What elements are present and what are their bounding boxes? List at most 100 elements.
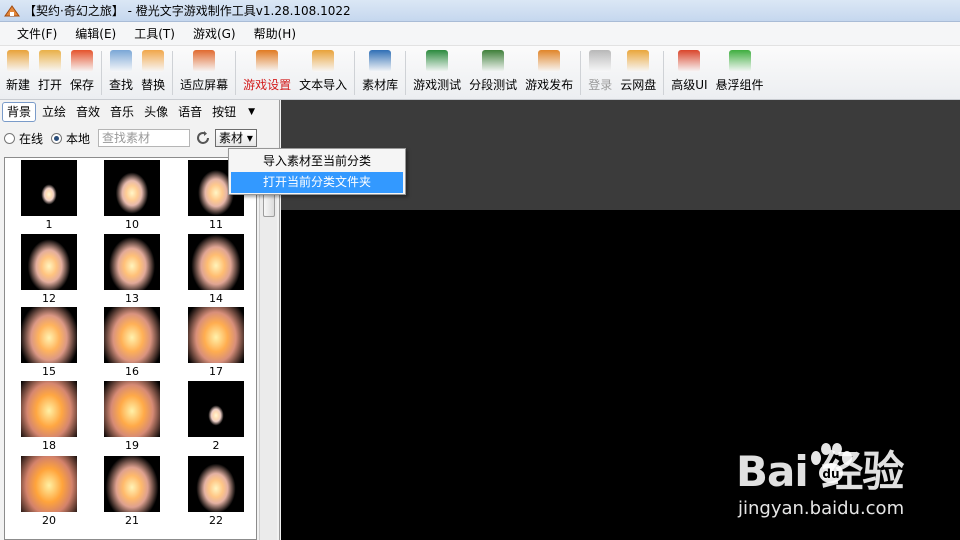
asset-thumbnail[interactable]: 15: [19, 307, 79, 378]
svg-text:du: du: [822, 467, 839, 481]
asset-thumbnail-label: 20: [42, 514, 56, 527]
asset-library-icon: [369, 50, 392, 72]
tab-voice[interactable]: 语音: [174, 103, 206, 121]
fit-screen-button[interactable]: 适应屏幕: [176, 46, 232, 98]
save-button[interactable]: 保存: [66, 46, 98, 98]
game-settings-button[interactable]: 游戏设置: [239, 46, 295, 98]
replace-icon: [142, 50, 165, 72]
asset-thumbnail-label: 21: [125, 514, 139, 527]
asset-thumbnail-label: 16: [125, 365, 139, 378]
asset-thumbnail-label: 11: [209, 218, 223, 231]
asset-thumbnail[interactable]: 20: [19, 456, 79, 527]
asset-thumbnail[interactable]: 16: [102, 307, 162, 378]
online-radio[interactable]: [4, 132, 15, 144]
fire-thumbnail-image: [104, 381, 160, 437]
find-icon: [110, 50, 133, 72]
menu-help[interactable]: 帮助(H): [245, 22, 305, 46]
toolbar: 新建 打开 保存 查找 替换 适应屏幕 游戏设置 文本导入 素材库 游戏测试 分…: [0, 46, 960, 100]
replace-button[interactable]: 替换: [137, 46, 169, 98]
open-button[interactable]: 打开: [34, 46, 66, 98]
segment-test-icon: [482, 50, 505, 72]
menu-item-open-category-folder[interactable]: 打开当前分类文件夹: [231, 172, 403, 193]
asset-thumbnail-label: 1: [45, 218, 53, 231]
fire-thumbnail-image: [104, 456, 160, 512]
save-icon: [71, 50, 94, 72]
fire-thumbnail-image: [21, 234, 77, 290]
new-file-icon: [7, 50, 29, 72]
asset-thumbnail[interactable]: 17: [186, 307, 246, 378]
new-button[interactable]: 新建: [2, 46, 34, 98]
menu-bar: 文件(F) 编辑(E) 工具(T) 游戏(G) 帮助(H): [0, 22, 960, 46]
asset-search-input[interactable]: [98, 129, 191, 147]
grid-scrollbar[interactable]: [259, 157, 277, 540]
asset-thumbnail[interactable]: 22: [186, 456, 246, 527]
tabs-more-arrow-icon[interactable]: ▼: [248, 107, 255, 117]
category-dropdown-button[interactable]: 素材 ▾: [215, 129, 257, 147]
refresh-icon[interactable]: [194, 129, 212, 147]
asset-thumbnail[interactable]: 12: [19, 234, 79, 305]
watermark-url: jingyan.baidu.com: [738, 498, 905, 519]
cloud-disk-button[interactable]: 云网盘: [616, 46, 660, 98]
local-radio[interactable]: [51, 132, 63, 144]
toolbar-separator: [354, 51, 356, 95]
toolbar-separator: [580, 51, 582, 95]
tab-avatar[interactable]: 头像: [140, 103, 172, 121]
asset-thumbnail-label: 14: [209, 292, 223, 305]
online-label: 在线: [19, 131, 44, 146]
asset-thumbnail[interactable]: 21: [102, 456, 162, 527]
segment-test-button[interactable]: 分段测试: [465, 46, 521, 98]
menu-file[interactable]: 文件(F): [8, 22, 66, 46]
tab-background[interactable]: 背景: [2, 102, 37, 122]
toolbar-separator: [172, 51, 174, 95]
toolbar-separator: [663, 51, 665, 95]
asset-thumbnail-grid: 1 10 11 12 13 14 15 16 17 18 19 2 20 21 22: [4, 157, 257, 540]
title-bar: 【契约·奇幻之旅】 - 橙光文字游戏制作工具v1.28.108.1022: [0, 0, 960, 22]
login-button[interactable]: 登录: [584, 46, 616, 98]
publish-button[interactable]: 游戏发布: [521, 46, 577, 98]
fit-screen-icon: [193, 50, 216, 72]
asset-thumbnail-label: 18: [42, 439, 56, 452]
asset-thumbnail[interactable]: 2: [186, 381, 246, 452]
local-label: 本地: [66, 131, 91, 146]
menu-item-import-assets[interactable]: 导入素材至当前分类: [231, 151, 403, 172]
toolbar-separator: [235, 51, 237, 95]
game-test-icon: [426, 50, 449, 72]
game-test-button[interactable]: 游戏测试: [409, 46, 465, 98]
asset-thumbnail[interactable]: 19: [102, 381, 162, 452]
advanced-ui-button[interactable]: 高级UI: [667, 46, 711, 98]
find-button[interactable]: 查找: [105, 46, 137, 98]
menu-edit[interactable]: 编辑(E): [66, 22, 125, 46]
fire-thumbnail-image: [104, 307, 160, 363]
asset-thumbnail-label: 17: [209, 365, 223, 378]
fire-thumbnail-image: [188, 234, 244, 290]
toolbar-separator: [101, 51, 103, 95]
tab-standing-art[interactable]: 立绘: [38, 103, 70, 121]
source-row: 在线 本地 素材 ▾: [4, 128, 257, 148]
tab-music[interactable]: 音乐: [106, 103, 138, 121]
asset-thumbnail[interactable]: 14: [186, 234, 246, 305]
fire-thumbnail-image: [104, 234, 160, 290]
asset-thumbnail[interactable]: 13: [102, 234, 162, 305]
advanced-ui-icon: [678, 50, 701, 72]
fire-thumbnail-image: [188, 456, 244, 512]
fire-thumbnail-image: [188, 307, 244, 363]
menu-tools[interactable]: 工具(T): [125, 22, 184, 46]
text-import-button[interactable]: 文本导入: [295, 46, 351, 98]
asset-library-button[interactable]: 素材库: [358, 46, 402, 98]
open-folder-icon: [39, 50, 62, 72]
text-import-icon: [312, 50, 335, 72]
asset-thumbnail[interactable]: 1: [19, 160, 79, 231]
fire-thumbnail-image: [21, 456, 77, 512]
fire-thumbnail-image: [188, 381, 244, 437]
tab-sound-effect[interactable]: 音效: [72, 103, 104, 121]
float-widget-icon: [728, 50, 751, 72]
fire-thumbnail-image: [104, 160, 160, 216]
asset-thumbnail-label: 2: [212, 439, 220, 452]
asset-thumbnail-label: 13: [125, 292, 139, 305]
float-widget-button[interactable]: 悬浮组件: [712, 46, 768, 98]
toolbar-separator: [405, 51, 407, 95]
asset-thumbnail[interactable]: 18: [19, 381, 79, 452]
menu-game[interactable]: 游戏(G): [184, 22, 245, 46]
asset-thumbnail[interactable]: 10: [102, 160, 162, 231]
tab-button[interactable]: 按钮: [208, 103, 240, 121]
